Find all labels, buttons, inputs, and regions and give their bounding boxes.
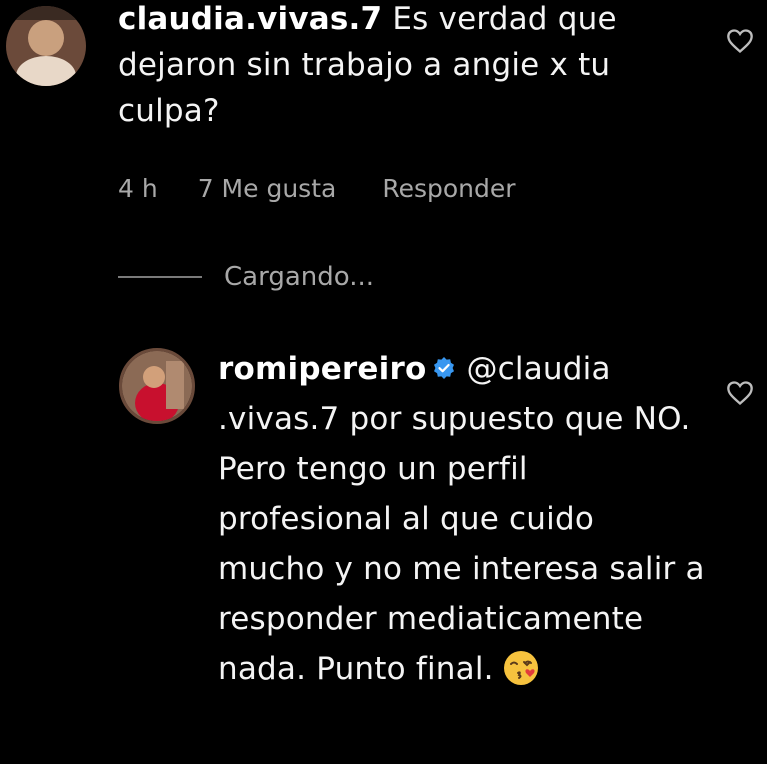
comment-text-claudia: claudia.vivas.7 Es verdad que dejaron si… bbox=[118, 0, 678, 134]
verified-badge-icon bbox=[434, 356, 455, 379]
avatar-romipereiro[interactable] bbox=[119, 348, 195, 424]
heart-icon[interactable] bbox=[726, 380, 754, 406]
username-claudia[interactable]: claudia.vivas.7 bbox=[118, 1, 382, 37]
comment-time: 4 h bbox=[118, 174, 158, 203]
username-romipereiro[interactable]: romipereiro bbox=[218, 351, 426, 387]
loading-replies[interactable]: Cargando... bbox=[118, 262, 374, 292]
loading-label: Cargando... bbox=[224, 262, 374, 292]
loading-divider bbox=[118, 276, 202, 278]
comment-claudia: claudia.vivas.7 Es verdad que dejaron si… bbox=[0, 0, 767, 230]
comment-meta-claudia: 4 h 7 Me gusta Responder bbox=[118, 174, 516, 203]
kissing-face-emoji bbox=[503, 650, 538, 685]
avatar-claudia[interactable] bbox=[6, 6, 86, 86]
comment-body-romipereiro: @claudia .vivas.7 por supuesto que NO. P… bbox=[218, 351, 705, 687]
comment-text-romipereiro: romipereiro @claudia .vivas.7 por supues… bbox=[218, 344, 708, 694]
comment-romipereiro: romipereiro @claudia .vivas.7 por supues… bbox=[0, 340, 767, 764]
heart-icon[interactable] bbox=[726, 28, 754, 54]
like-count[interactable]: 7 Me gusta bbox=[198, 174, 337, 203]
reply-button[interactable]: Responder bbox=[382, 174, 515, 203]
